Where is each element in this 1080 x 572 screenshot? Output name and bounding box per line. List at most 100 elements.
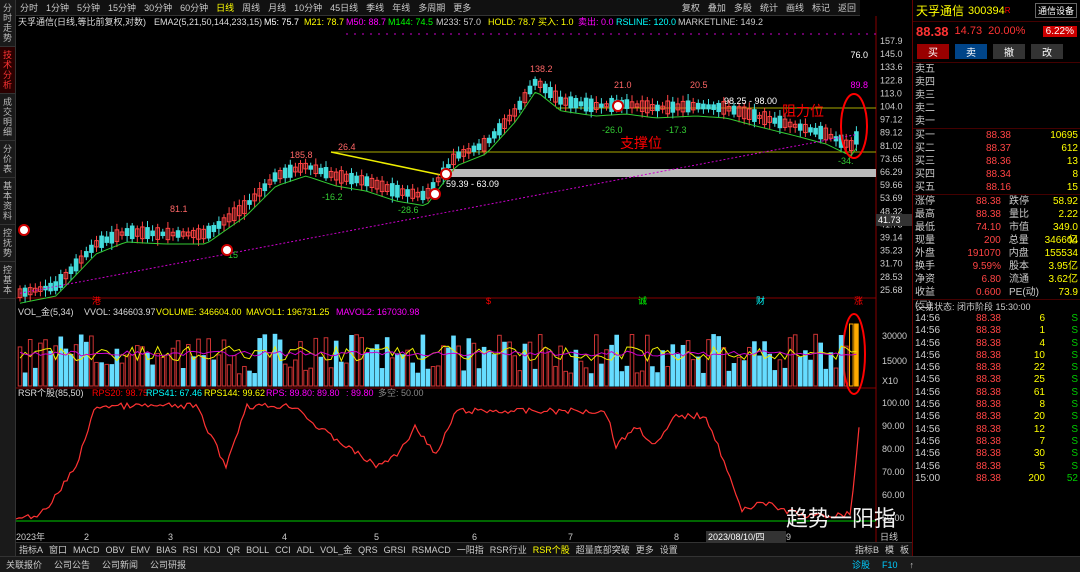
indicator-tab[interactable]: CCI (272, 545, 294, 555)
period-30min[interactable]: 30分钟 (140, 1, 176, 14)
period-weekly[interactable]: 周线 (238, 1, 264, 14)
period-monthly[interactable]: 月线 (264, 1, 290, 14)
period-1min[interactable]: 1分钟 (42, 1, 73, 14)
indicator-b-tab[interactable]: 板 (897, 543, 912, 556)
candle-body (282, 167, 288, 179)
candle-body (89, 244, 94, 253)
buy-level[interactable]: 买一 88.38 10695 (913, 129, 1080, 142)
tab-trade-detail[interactable]: 成交明细 (0, 94, 15, 141)
sell-button[interactable]: 卖 (955, 43, 987, 59)
tick-time: 14:56 (915, 349, 941, 361)
tool-draw[interactable]: 画线 (782, 1, 808, 14)
stat-label: 外盘 (915, 248, 935, 259)
tick-price: 88.38 (975, 411, 1001, 423)
indicator-tab[interactable]: GRSI (381, 545, 409, 555)
price-axis-tick: 53.69 (880, 193, 903, 203)
period-daily[interactable]: 日线 (212, 1, 238, 14)
f10-button[interactable]: F10 (876, 560, 904, 570)
period-year[interactable]: 年线 (388, 1, 414, 14)
period-45day[interactable]: 45日线 (326, 1, 362, 14)
stat-value: 3.95亿 (1048, 261, 1078, 272)
tab-control-trend[interactable]: 控抚势 (0, 225, 15, 262)
ind-ema: EMA2(5,21,50,144,233,15) (154, 17, 262, 27)
tool-mark[interactable]: 标记 (808, 1, 834, 14)
indicator-tab[interactable]: BOLL (243, 545, 272, 555)
indicator-tab[interactable]: EMV (128, 545, 154, 555)
tab-intraday[interactable]: 分时走势 (0, 0, 15, 47)
buy-button[interactable]: 买 (917, 43, 949, 59)
tool-multi-stock[interactable]: 多股 (730, 1, 756, 14)
tab-announcement[interactable]: 公司公告 (48, 558, 96, 571)
indicator-tab[interactable]: QRS (355, 545, 381, 555)
period-multi[interactable]: 多周期 (414, 1, 449, 14)
tab-control-basic[interactable]: 控基本 (0, 262, 15, 299)
indicator-tab[interactable]: KDJ (201, 545, 224, 555)
marker-zhang: 涨 (854, 296, 863, 306)
indicator-tab[interactable]: 超量底部突破 (573, 543, 633, 556)
indicator-b-tab[interactable]: 模 (882, 543, 897, 556)
stat-value: 155534 (1044, 248, 1078, 259)
cancel-button[interactable]: 撤 (993, 43, 1025, 59)
indicator-tab[interactable]: 指标A (16, 543, 46, 556)
indicator-tab[interactable]: RSR行业 (487, 543, 530, 556)
tab-news[interactable]: 公司新闻 (96, 558, 144, 571)
candle-body (446, 164, 451, 169)
period-intraday[interactable]: 分时 (16, 1, 42, 14)
modify-button[interactable]: 改 (1031, 43, 1063, 59)
indicator-tab[interactable]: VOL_金 (317, 543, 355, 556)
price-cursor-label: 41.73 (878, 215, 901, 225)
stat-label: PE(动) (1009, 287, 1039, 298)
price-axis-tick: 59.66 (880, 180, 903, 190)
indicator-tab[interactable]: 更多 (633, 543, 657, 556)
tool-back[interactable]: 返回 (834, 1, 860, 14)
diagnose-button[interactable]: 诊股 (846, 558, 876, 571)
industry-badge[interactable]: 通信设备 (1034, 3, 1077, 18)
indicator-tab[interactable]: 窗口 (46, 543, 70, 556)
period-more[interactable]: 更多 (449, 1, 475, 14)
buy-level[interactable]: 买五 88.16 15 (913, 181, 1080, 194)
tick-volume: 10 (1033, 349, 1045, 361)
indicator-tab[interactable]: ADL (294, 545, 318, 555)
period-10min[interactable]: 10分钟 (290, 1, 326, 14)
indicator-tab[interactable]: BIAS (153, 545, 180, 555)
tool-stats[interactable]: 统计 (756, 1, 782, 14)
volume-bar (808, 359, 813, 387)
indicator-tab[interactable]: RSMACD (409, 545, 454, 555)
arrow-up-icon[interactable]: ↑ (904, 560, 921, 570)
indicator-tab[interactable]: 一阳指 (454, 543, 487, 556)
tab-research[interactable]: 公司研报 (144, 558, 192, 571)
volume-bar (277, 339, 283, 387)
indicator-tab[interactable]: OBV (103, 545, 128, 555)
x-tick: 2023年 (16, 531, 45, 542)
indicator-tab[interactable]: QR (224, 545, 244, 555)
indicator-tab[interactable]: MACD (70, 545, 103, 555)
candle-body (160, 231, 166, 237)
volume-bar (486, 350, 492, 387)
volume-bar (384, 337, 390, 387)
buy-level[interactable]: 买四 88.34 8 (913, 168, 1080, 181)
indicator-tab[interactable]: RSR个股 (530, 543, 573, 556)
rsr-axis-tick: 100.00 (882, 398, 910, 408)
tick-row: 14:56 88.38 8 S (913, 399, 1080, 411)
indicator-b-tab[interactable]: 指标B (852, 543, 882, 556)
stat-value: 346604 (1044, 235, 1078, 246)
tab-related-quote[interactable]: 关联报价 (0, 558, 48, 571)
tab-basic-info[interactable]: 基本资料 (0, 178, 15, 225)
rsr-rps: RPS: 89.80 (266, 388, 312, 398)
tool-overlay[interactable]: 叠加 (704, 1, 730, 14)
buy-level[interactable]: 买二 88.37 612 (913, 142, 1080, 155)
tool-adjust[interactable]: 复权 (678, 1, 704, 14)
period-60min[interactable]: 60分钟 (176, 1, 212, 14)
kline-chart[interactable]: 天孚通信(日线,等比前复权,对数) EMA2(5,21,50,144,233,1… (16, 16, 912, 542)
indicator-tab[interactable]: 设置 (657, 543, 681, 556)
indicator-tab-bar: 指标A 窗口 MACD OBV EMV BIAS RSI KDJ QR BOLL CCI ADL VOL… (16, 542, 912, 556)
period-5min[interactable]: 5分钟 (73, 1, 104, 14)
period-15min[interactable]: 15分钟 (104, 1, 140, 14)
buy-label: 买二 (915, 143, 935, 154)
tab-tech-analysis[interactable]: 技术分析 (0, 47, 15, 94)
tick-time: 14:56 (915, 399, 941, 411)
buy-level[interactable]: 买三 88.36 13 (913, 155, 1080, 168)
tab-price-table[interactable]: 分价表 (0, 141, 15, 178)
period-quarter[interactable]: 季线 (362, 1, 388, 14)
indicator-tab[interactable]: RSI (180, 545, 201, 555)
